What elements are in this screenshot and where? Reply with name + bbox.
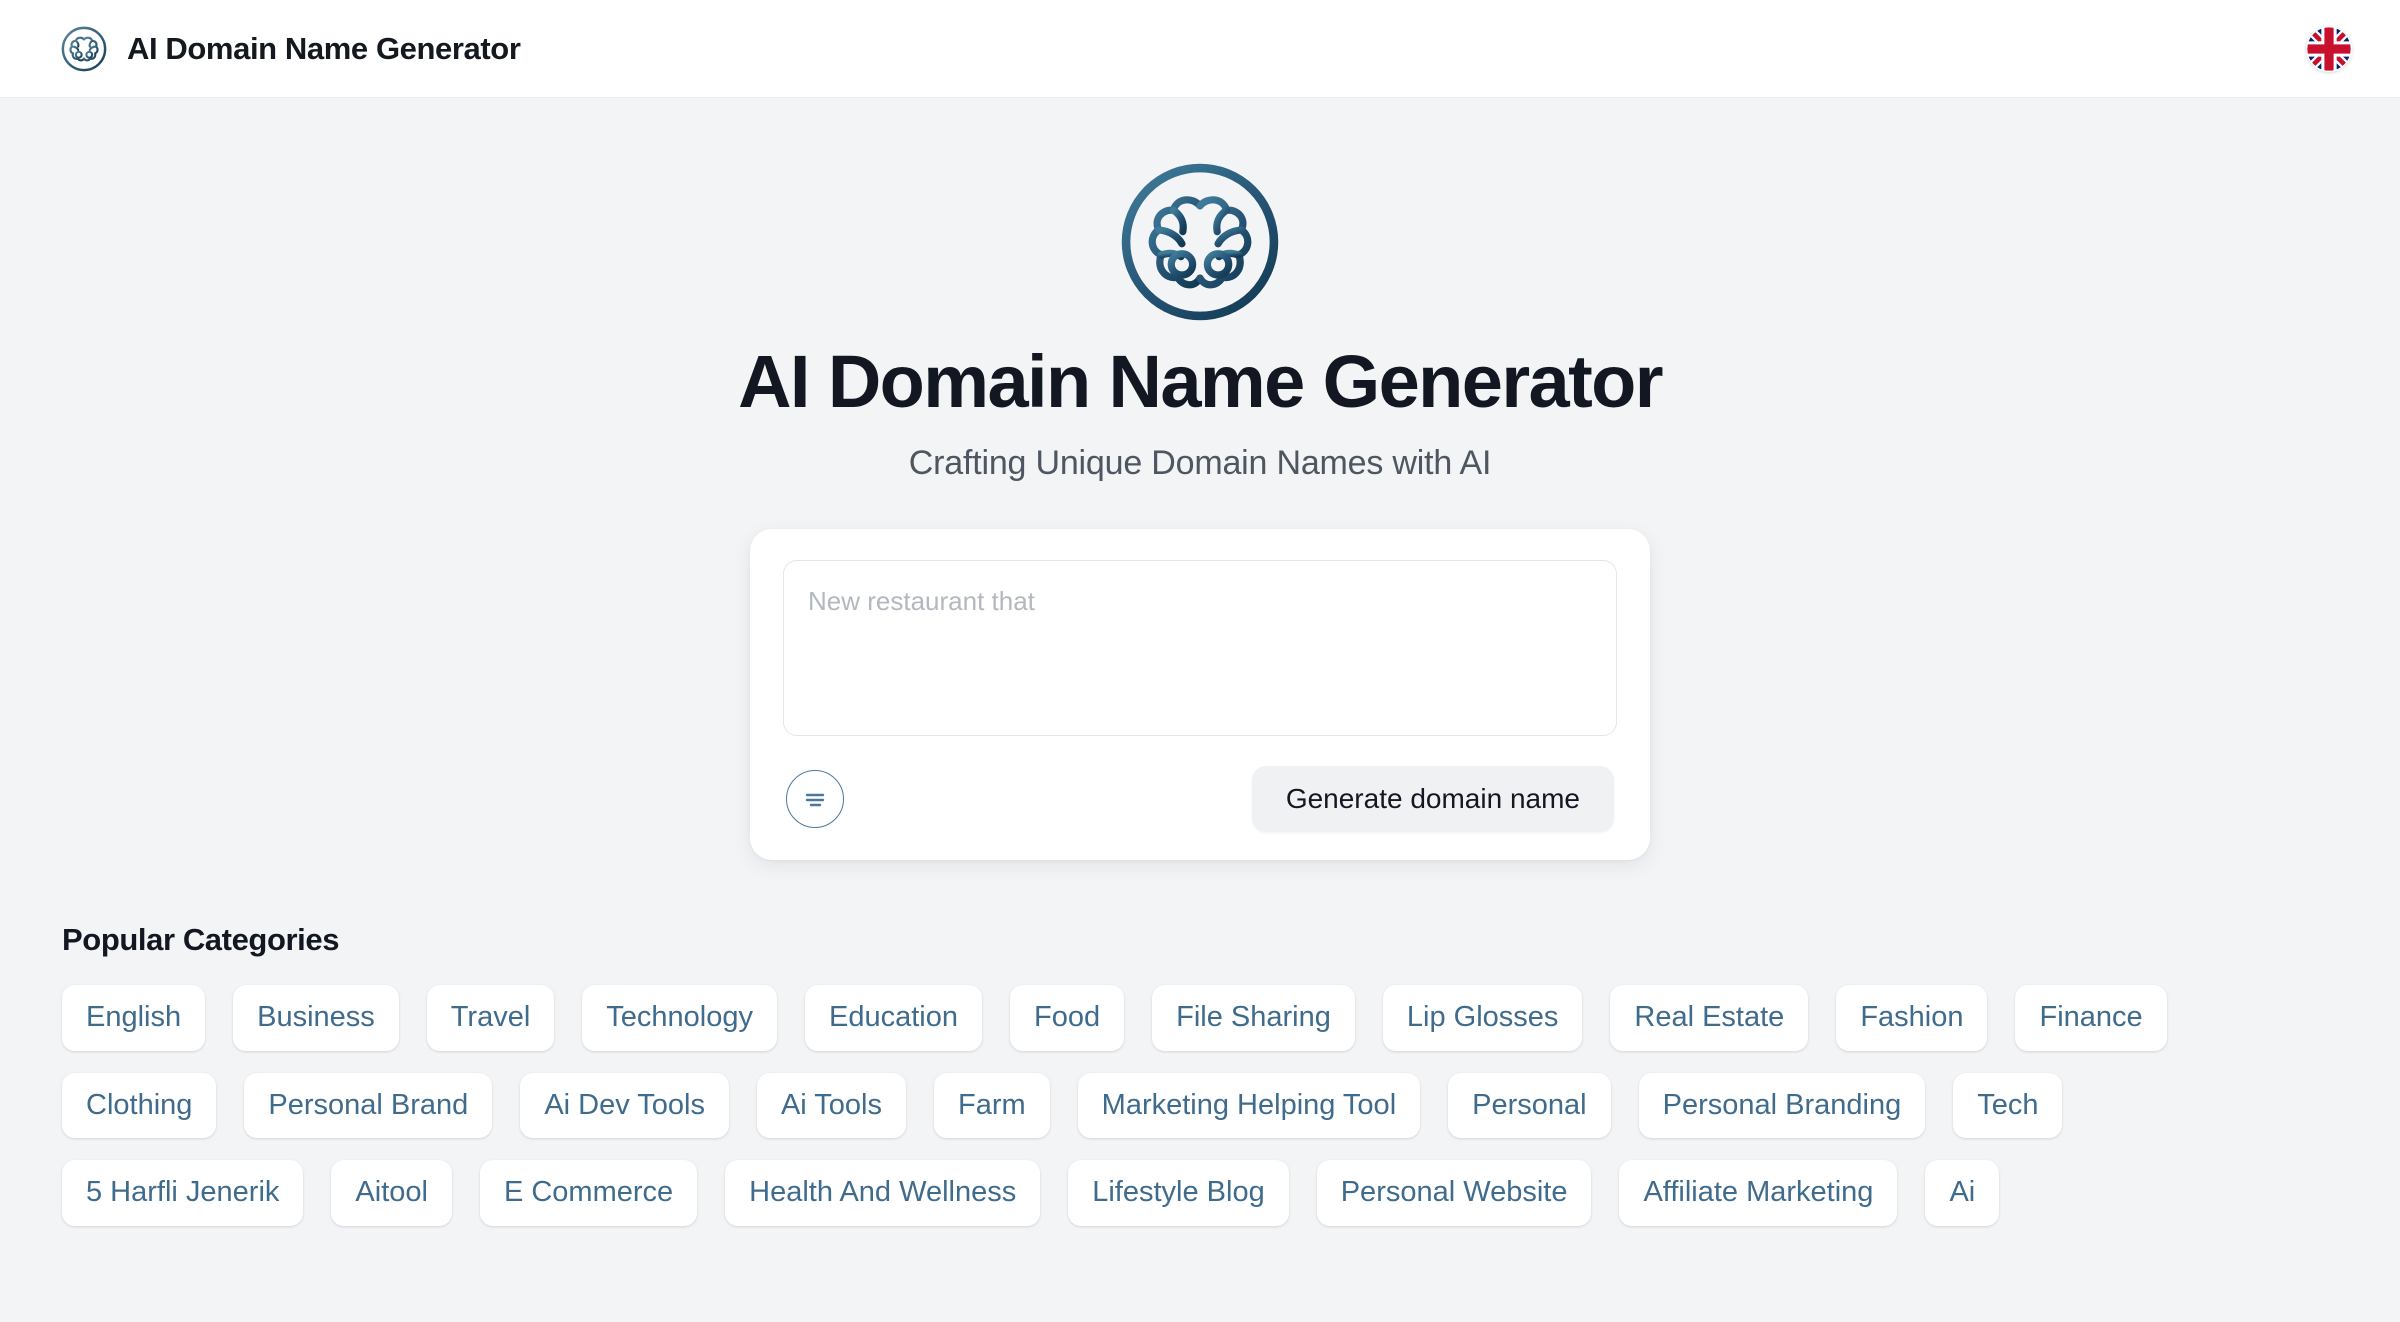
category-chip[interactable]: Health And Wellness xyxy=(725,1160,1041,1226)
category-chip-row: English Business Travel Technology Education… xyxy=(62,984,2400,1051)
category-chip[interactable]: Technology xyxy=(582,984,778,1051)
prompt-card: Generate domain name xyxy=(750,528,1650,860)
brain-circle-icon xyxy=(60,25,108,73)
category-chip-row: 5 Harfli Jenerik Aitool E Commerce Health A… xyxy=(62,1160,2400,1226)
category-chip[interactable]: Education xyxy=(805,984,983,1051)
category-chip[interactable]: Finance xyxy=(2015,984,2167,1051)
category-chip[interactable]: Tech xyxy=(1953,1072,2063,1139)
category-chip-row: Clothing Personal Brand Ai Dev Tools Ai Too… xyxy=(62,1072,2400,1139)
category-chip[interactable]: Travel xyxy=(426,984,555,1051)
category-chip[interactable]: Fashion xyxy=(1836,984,1988,1051)
page-title: AI Domain Name Generator xyxy=(738,340,1663,423)
app-header: AI Domain Name Generator xyxy=(0,0,2400,98)
generate-domain-name-button[interactable]: Generate domain name xyxy=(1251,765,1614,832)
align-lines-icon xyxy=(801,785,829,813)
category-chip[interactable]: Affiliate Marketing xyxy=(1619,1160,1898,1226)
category-chip[interactable]: 5 Harfli Jenerik xyxy=(62,1160,304,1226)
category-chip[interactable]: Ai Dev Tools xyxy=(520,1072,729,1139)
prompt-input[interactable] xyxy=(783,559,1617,736)
category-chip[interactable]: Clothing xyxy=(62,1072,217,1139)
prompt-options-button[interactable] xyxy=(786,769,844,828)
category-chip[interactable]: Real Estate xyxy=(1610,984,1809,1051)
category-chip[interactable]: Personal Branding xyxy=(1638,1072,1926,1139)
category-chip[interactable]: Ai xyxy=(1925,1160,2000,1226)
brand-title: AI Domain Name Generator xyxy=(127,31,521,66)
category-chip[interactable]: Food xyxy=(1010,984,1125,1051)
category-chip[interactable]: Personal Brand xyxy=(244,1072,493,1139)
brand: AI Domain Name Generator xyxy=(60,25,521,73)
category-chip[interactable]: Lifestyle Blog xyxy=(1068,1160,1289,1226)
category-chip[interactable]: Ai Tools xyxy=(756,1072,906,1139)
popular-categories-section: Popular Categories English Business Travel… xyxy=(0,922,2400,1226)
hero-section: AI Domain Name Generator Crafting Unique… xyxy=(0,98,2400,860)
category-chip[interactable]: File Sharing xyxy=(1152,984,1355,1051)
language-switcher-button[interactable] xyxy=(2306,26,2352,72)
category-chip[interactable]: Marketing Helping Tool xyxy=(1077,1072,1421,1139)
category-chip[interactable]: Personal Website xyxy=(1316,1160,1592,1226)
page-subtitle: Crafting Unique Domain Names with AI xyxy=(908,443,1492,482)
category-chip[interactable]: Farm xyxy=(934,1072,1050,1139)
category-chip[interactable]: Business xyxy=(233,984,399,1051)
prompt-actions: Generate domain name xyxy=(783,765,1617,832)
category-chip[interactable]: E Commerce xyxy=(479,1160,698,1226)
category-chip[interactable]: Personal xyxy=(1448,1072,1611,1139)
popular-categories-heading: Popular Categories xyxy=(62,921,340,957)
category-chip[interactable]: Lip Glosses xyxy=(1382,984,1583,1051)
category-chip-rows: English Business Travel Technology Education… xyxy=(62,984,2400,1226)
uk-flag-icon xyxy=(2306,26,2352,72)
brain-circle-icon xyxy=(1114,156,1286,328)
category-chip[interactable]: English xyxy=(62,984,206,1051)
category-chip[interactable]: Aitool xyxy=(331,1160,452,1226)
